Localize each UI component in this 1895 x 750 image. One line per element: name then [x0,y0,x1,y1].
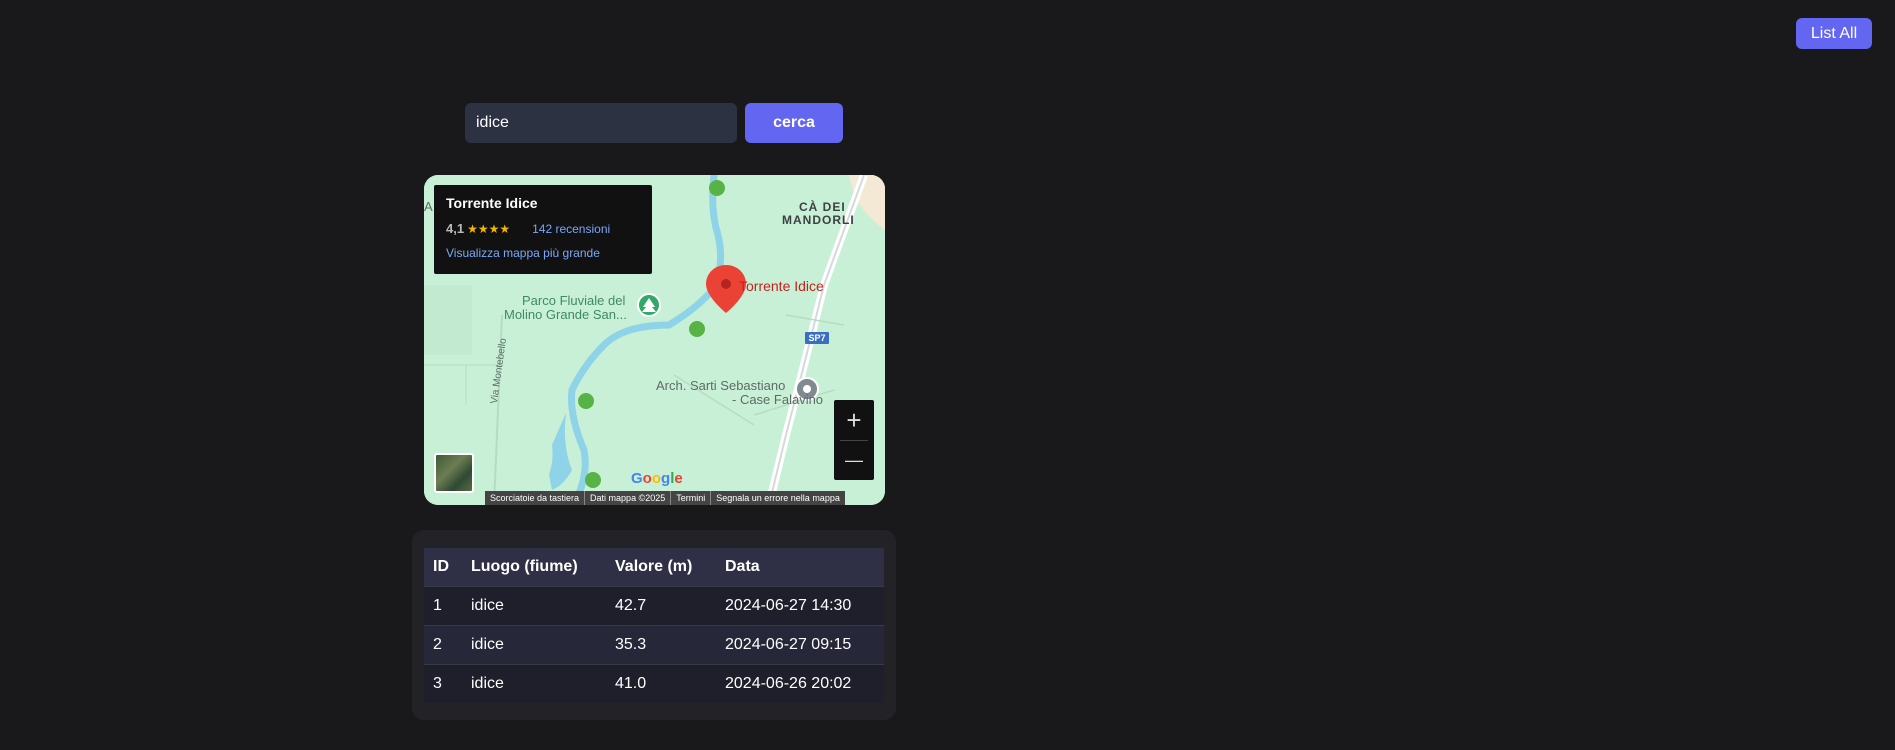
cell-place: idice [462,625,606,665]
cell-date: 2024-06-27 14:30 [716,586,884,626]
header-place: Luogo (fiume) [462,548,606,587]
zoom-controls: + — [834,400,874,480]
place-info-card: Torrente Idice 4,1 ★★★★ 142 recensioni V… [434,185,652,274]
keyboard-shortcuts-link[interactable]: Scorciatoie da tastiera [485,491,586,505]
park-label-line2: Molino Grande San... [504,307,627,322]
table-row: 2 idice 35.3 2024-06-27 09:15 [424,625,884,665]
table-row: 3 idice 41.0 2024-06-26 20:02 [424,664,884,703]
terms-link[interactable]: Termini [671,491,712,505]
view-larger-map-link[interactable]: Visualizza mappa più grande [446,246,640,260]
google-logo: Google [631,470,683,487]
area-label-line2: MANDORLI [782,213,855,227]
cell-id: 3 [424,664,462,703]
results-card: ID Luogo (fiume) Valore (m) Data 1 idice… [412,530,896,720]
pin-label: Torrente Idice [739,278,824,294]
satellite-layer-button[interactable] [434,453,474,493]
map-attribution-bar: Scorciatoie da tastiera Dati mappa ©2025… [485,491,845,505]
zoom-out-button[interactable]: — [834,440,874,480]
park-label-line1: Parco Fluviale del [522,293,626,308]
results-table: ID Luogo (fiume) Valore (m) Data 1 idice… [424,548,884,703]
reviews-link[interactable]: 142 recensioni [532,222,610,236]
cell-value: 41.0 [606,664,716,703]
map-embed[interactable]: A CÀ DEI MANDORLI Parco Fluviale del Mol… [424,175,885,505]
cell-date: 2024-06-26 20:02 [716,664,884,703]
zoom-in-button[interactable]: + [834,400,874,440]
cell-place: idice [462,664,606,703]
list-all-button[interactable]: List All [1796,18,1872,49]
cell-id: 1 [424,586,462,626]
search-button[interactable]: cerca [745,103,843,143]
road-badge-sp7: SP7 [805,332,829,344]
place-rating: 4,1 [446,221,465,236]
map-edge-fragment: A [424,199,433,214]
place-title: Torrente Idice [446,195,538,211]
arch-label-line1: Arch. Sarti Sebastiano [656,378,786,393]
arch-label-line2: - Case Falavino [732,392,824,407]
cell-value: 35.3 [606,625,716,665]
header-date: Data [716,548,884,587]
table-header-row: ID Luogo (fiume) Valore (m) Data [424,548,884,587]
cell-value: 42.7 [606,586,716,626]
header-id: ID [424,548,462,587]
cell-date: 2024-06-27 09:15 [716,625,884,665]
cell-id: 2 [424,625,462,665]
map-data-text: Dati mappa ©2025 [585,491,672,505]
cell-place: idice [462,586,606,626]
search-input[interactable] [465,103,737,143]
report-error-link[interactable]: Segnala un errore nella mappa [711,491,845,505]
rating-stars-icon: ★★★★ [467,221,511,236]
table-row: 1 idice 42.7 2024-06-27 14:30 [424,586,884,626]
tree-icon [637,293,661,317]
header-value: Valore (m) [606,548,716,587]
